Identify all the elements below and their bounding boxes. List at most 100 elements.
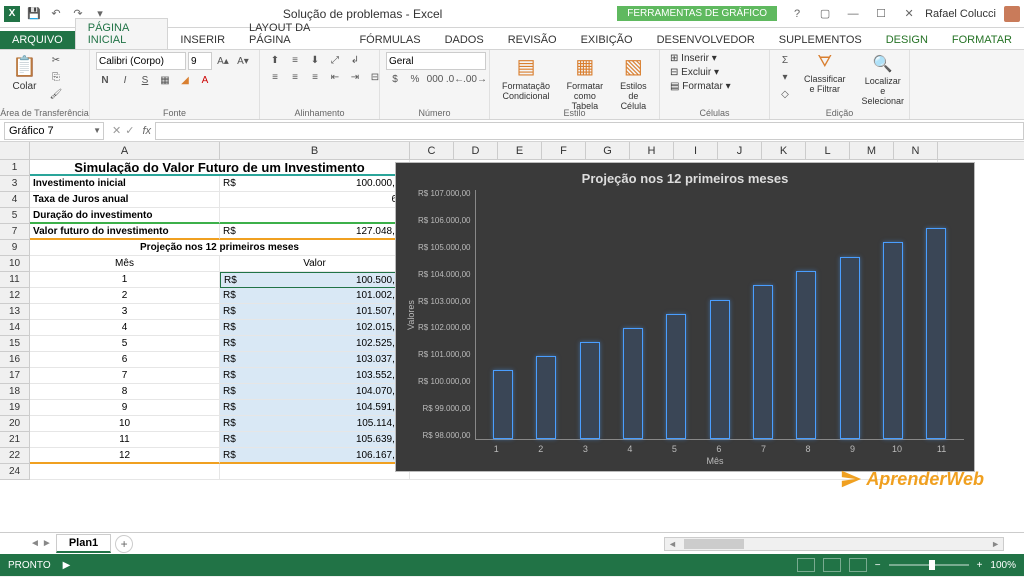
align-center-icon[interactable]: ≡ — [286, 69, 304, 85]
zoom-thumb[interactable] — [929, 560, 935, 570]
tab-design[interactable]: DESIGN — [874, 31, 940, 49]
increase-font-icon[interactable]: A▴ — [214, 53, 232, 69]
zoom-slider[interactable] — [889, 564, 969, 566]
row-header-21[interactable]: 21 — [0, 432, 30, 448]
close-icon[interactable]: ✕ — [897, 5, 921, 23]
add-sheet-button[interactable]: + — [115, 535, 133, 553]
row-header-1[interactable]: 1 — [0, 160, 30, 176]
cell[interactable]: 48 — [220, 208, 410, 224]
row-header-10[interactable]: 10 — [0, 256, 30, 272]
name-box[interactable]: Gráfico 7▼ — [4, 122, 104, 140]
col-header-G[interactable]: G — [586, 142, 630, 159]
cell[interactable]: 7 — [30, 368, 220, 384]
col-header-N[interactable]: N — [894, 142, 938, 159]
enter-formula-icon[interactable]: ✓ — [125, 124, 134, 137]
copy-icon[interactable]: ⎘ — [47, 69, 65, 85]
row-header-5[interactable]: 5 — [0, 208, 30, 224]
font-name-select[interactable] — [96, 52, 186, 70]
col-header-I[interactable]: I — [674, 142, 718, 159]
col-header-C[interactable]: C — [410, 142, 454, 159]
help-icon[interactable]: ? — [785, 5, 809, 23]
cut-icon[interactable]: ✂ — [47, 52, 65, 68]
format-as-table-button[interactable]: ▦Formatar como Tabela — [560, 52, 610, 113]
chart-bar[interactable] — [536, 356, 556, 439]
font-size-select[interactable] — [188, 52, 212, 70]
fx-icon[interactable]: fx — [142, 125, 151, 137]
cell[interactable]: R$100.000,00 — [220, 176, 410, 192]
cell[interactable]: Taxa de Juros anual — [30, 192, 220, 208]
cell-styles-button[interactable]: ▧Estilos de Célula — [614, 52, 653, 113]
cell[interactable]: 8 — [30, 384, 220, 400]
chart-bar[interactable] — [580, 342, 600, 439]
tab-review[interactable]: REVISÃO — [496, 31, 569, 49]
cell[interactable] — [30, 464, 220, 480]
row-header-17[interactable]: 17 — [0, 368, 30, 384]
cell[interactable]: R$101.507,51 — [220, 304, 410, 320]
cell[interactable]: 4 — [30, 320, 220, 336]
sheet-tab-plan1[interactable]: Plan1 — [56, 534, 111, 553]
row-header-9[interactable]: 9 — [0, 240, 30, 256]
col-header-A[interactable]: A — [30, 142, 220, 159]
chart-title[interactable]: Projeção nos 12 primeiros meses — [396, 163, 974, 190]
avatar[interactable] — [1004, 6, 1020, 22]
col-header-B[interactable]: B — [220, 142, 410, 159]
horizontal-scrollbar[interactable]: ◄ ► — [664, 537, 1004, 551]
sheet-nav-prev-icon[interactable]: ◄ — [30, 538, 40, 549]
percent-icon[interactable]: % — [406, 71, 424, 87]
tab-format[interactable]: FORMATAR — [940, 31, 1024, 49]
cell[interactable]: R$127.048,92 — [220, 224, 410, 240]
page-break-view-icon[interactable] — [849, 558, 867, 572]
sort-filter-button[interactable]: ᗊClassificar e Filtrar — [798, 52, 852, 96]
row-header-15[interactable]: 15 — [0, 336, 30, 352]
cell[interactable]: R$105.114,01 — [220, 416, 410, 432]
row-header-16[interactable]: 16 — [0, 352, 30, 368]
col-header-M[interactable]: M — [850, 142, 894, 159]
row-header-3[interactable]: 3 — [0, 176, 30, 192]
normal-view-icon[interactable] — [797, 558, 815, 572]
bold-icon[interactable]: N — [96, 72, 114, 88]
chart-bar[interactable] — [493, 370, 513, 439]
delete-cells-button[interactable]: ⊟ Excluir ▾ — [666, 66, 723, 79]
cell[interactable]: R$104.591,06 — [220, 400, 410, 416]
paste-button[interactable]: 📋 Colar — [6, 52, 43, 94]
fill-color-icon[interactable]: ◢ — [176, 72, 194, 88]
autosum-icon[interactable]: Σ — [776, 52, 794, 68]
cell[interactable]: Projeção nos 12 primeiros meses — [30, 240, 410, 256]
zoom-level[interactable]: 100% — [990, 560, 1016, 571]
undo-icon[interactable]: ↶ — [48, 6, 64, 22]
col-header-L[interactable]: L — [806, 142, 850, 159]
sheet-nav-next-icon[interactable]: ► — [42, 538, 52, 549]
format-painter-icon[interactable]: 🖌 — [47, 86, 65, 102]
excel-icon[interactable]: X — [4, 6, 20, 22]
comma-icon[interactable]: 000 — [426, 71, 444, 87]
cell[interactable]: 10 — [30, 416, 220, 432]
cell[interactable]: 6% — [220, 192, 410, 208]
ribbon-display-icon[interactable]: ▢ — [813, 5, 837, 23]
italic-icon[interactable]: I — [116, 72, 134, 88]
row-header-12[interactable]: 12 — [0, 288, 30, 304]
col-header-E[interactable]: E — [498, 142, 542, 159]
wrap-text-icon[interactable]: ↲ — [346, 52, 364, 68]
chart-ylabel[interactable]: Valores — [404, 190, 418, 440]
tab-home[interactable]: PÁGINA INICIAL — [75, 18, 169, 49]
row-header-24[interactable]: 24 — [0, 464, 30, 480]
chart-xlabel[interactable]: Mês — [396, 454, 974, 466]
chart-bar[interactable] — [753, 285, 773, 439]
formula-bar[interactable] — [155, 122, 1024, 140]
cell[interactable]: Simulação do Valor Futuro de um Investim… — [30, 160, 410, 176]
cell[interactable] — [220, 464, 410, 480]
cell[interactable]: 9 — [30, 400, 220, 416]
macro-record-icon[interactable]: ▶ — [63, 560, 71, 571]
maximize-icon[interactable]: ☐ — [869, 5, 893, 23]
align-right-icon[interactable]: ≡ — [306, 69, 324, 85]
namebox-dropdown-icon[interactable]: ▼ — [93, 126, 101, 135]
increase-decimal-icon[interactable]: .0← — [446, 71, 464, 87]
insert-cells-button[interactable]: ⊞ Inserir ▾ — [666, 52, 721, 65]
zoom-in-icon[interactable]: + — [977, 560, 983, 571]
page-layout-view-icon[interactable] — [823, 558, 841, 572]
cell[interactable]: Mês — [30, 256, 220, 272]
scrollbar-thumb[interactable] — [684, 539, 744, 549]
zoom-out-icon[interactable]: − — [875, 560, 881, 571]
increase-indent-icon[interactable]: ⇥ — [346, 69, 364, 85]
chart-bar[interactable] — [666, 314, 686, 439]
